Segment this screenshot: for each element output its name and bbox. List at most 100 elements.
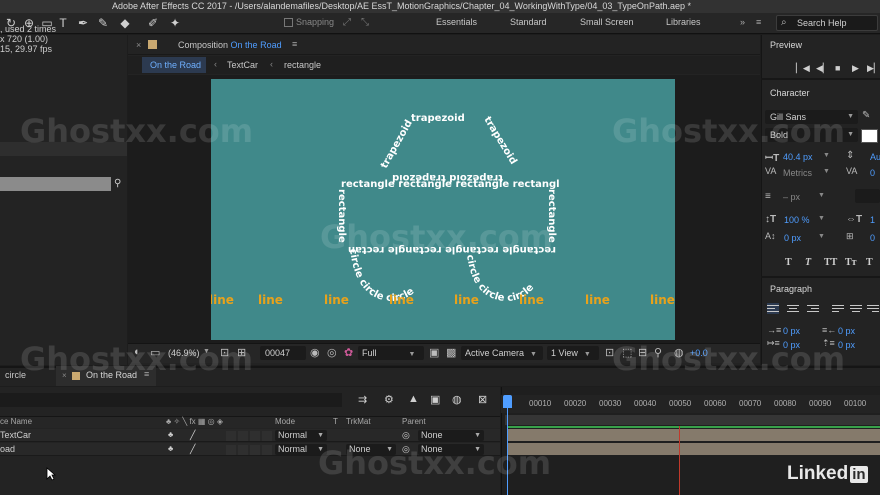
chevron-down-icon[interactable]: ▼ bbox=[823, 152, 830, 159]
font-size-value[interactable]: 40.4 px bbox=[783, 152, 813, 162]
justify-right-button[interactable] bbox=[867, 303, 879, 314]
flowchart-icon[interactable]: ⚲ bbox=[114, 178, 121, 189]
parent-pickwhip-icon[interactable]: ◎ bbox=[402, 430, 410, 441]
horizontal-scale-value[interactable]: 1 bbox=[870, 215, 875, 225]
faux-italic-button[interactable]: T bbox=[805, 257, 811, 268]
tsume-percent-value[interactable]: 0 bbox=[870, 233, 875, 243]
close-icon[interactable]: × bbox=[136, 40, 141, 50]
justify-left-button[interactable] bbox=[832, 303, 844, 314]
snapshot-icon[interactable]: ◉ bbox=[310, 346, 320, 359]
composition-lock-icon[interactable] bbox=[148, 40, 157, 49]
shy-switch-icon[interactable]: ♣ bbox=[168, 430, 173, 439]
tsume-value[interactable]: 0 bbox=[870, 168, 875, 178]
workspace-overflow-icon[interactable]: » bbox=[740, 17, 745, 27]
layer-switch[interactable] bbox=[226, 445, 236, 455]
layer-parent-select[interactable]: None ▼ bbox=[418, 430, 484, 441]
draft-3d-icon[interactable]: ⚙ bbox=[384, 393, 394, 406]
breadcrumb-textcar[interactable]: TextCar bbox=[227, 60, 258, 70]
breadcrumb-rectangle[interactable]: rectangle bbox=[284, 60, 321, 70]
work-area-bar[interactable] bbox=[505, 415, 880, 425]
justify-center-button[interactable] bbox=[850, 303, 862, 314]
tracking-value[interactable]: Au bbox=[870, 152, 880, 162]
vertical-scale-value[interactable]: 100 % bbox=[784, 215, 810, 225]
composition-canvas[interactable]: trapezoid trapezoid trapezoid trapezoid … bbox=[211, 79, 675, 340]
timeline-search-input[interactable] bbox=[0, 393, 342, 407]
layer-name[interactable]: TextCar bbox=[0, 430, 31, 440]
column-trkmat[interactable]: TrkMat bbox=[346, 417, 371, 426]
column-source-name[interactable]: ce Name bbox=[0, 417, 32, 426]
baseline-shift-value[interactable]: 0 px bbox=[784, 233, 801, 243]
chevron-down-icon[interactable]: ▼ bbox=[818, 192, 825, 199]
fast-preview-icon[interactable]: ▣ bbox=[429, 346, 439, 359]
comp-mini-flowchart-icon[interactable]: ⇉ bbox=[358, 393, 367, 406]
snapping-checkbox[interactable] bbox=[284, 18, 293, 27]
layer-mode-select[interactable]: Normal ▼ bbox=[275, 430, 327, 441]
graph-editor-icon[interactable]: ⊠ bbox=[478, 393, 487, 406]
chevron-down-icon[interactable]: ▼ bbox=[818, 215, 825, 222]
panel-menu-icon[interactable]: ≡ bbox=[292, 39, 297, 49]
composition-tab[interactable]: Composition On the Road bbox=[178, 40, 282, 50]
layer-switch[interactable] bbox=[262, 431, 272, 441]
chevron-down-icon: ▼ bbox=[583, 351, 591, 358]
ruler-tick-label: 00090 bbox=[809, 399, 832, 408]
shy-switch-icon[interactable]: ♣ bbox=[168, 444, 173, 453]
column-mode[interactable]: Mode bbox=[275, 417, 295, 426]
snap-options-icon[interactable]: ⤢ bbox=[340, 16, 354, 30]
first-frame-icon[interactable]: ▏◀ bbox=[796, 63, 810, 74]
layer-switch[interactable] bbox=[226, 431, 236, 441]
workspace-menu-icon[interactable]: ≡ bbox=[756, 17, 761, 27]
font-size-icon: ꟷT bbox=[765, 153, 780, 164]
eyedropper-icon[interactable]: ✎ bbox=[862, 110, 870, 121]
layer-switch[interactable] bbox=[262, 445, 272, 455]
chevron-down-icon[interactable]: ▼ bbox=[823, 168, 830, 175]
search-help-input[interactable]: ⌕ Search Help bbox=[776, 15, 878, 31]
paragraph-panel-title: Paragraph bbox=[770, 284, 813, 294]
layer-switch[interactable] bbox=[250, 445, 260, 455]
motion-blur-icon[interactable]: ◍ bbox=[452, 393, 462, 406]
align-center-button[interactable] bbox=[787, 303, 799, 314]
kerning-value[interactable]: Metrics bbox=[783, 168, 812, 178]
previous-frame-icon[interactable]: ◀▏ bbox=[816, 63, 830, 74]
layer-switch[interactable] bbox=[238, 431, 248, 441]
layer-switch[interactable] bbox=[238, 445, 248, 455]
small-caps-button[interactable]: Tт bbox=[845, 257, 857, 268]
frame-blending-icon[interactable]: ▣ bbox=[430, 393, 440, 406]
stroke-option-dropdown[interactable] bbox=[855, 189, 880, 203]
breadcrumb-on-the-road[interactable]: On the Road bbox=[142, 57, 206, 73]
workspace-essentials[interactable]: Essentials bbox=[436, 17, 477, 27]
layer-duration-bar[interactable] bbox=[508, 443, 880, 455]
faux-bold-button[interactable]: T bbox=[785, 257, 792, 268]
snap-guide-icon[interactable]: ⤡ bbox=[358, 16, 372, 30]
show-snapshot-icon[interactable]: ◎ bbox=[327, 346, 337, 359]
superscript-button[interactable]: T bbox=[866, 257, 873, 268]
project-selected-item[interactable] bbox=[0, 177, 111, 191]
stroke-width-value[interactable]: – px bbox=[783, 192, 800, 202]
transparency-grid-icon[interactable]: ▩ bbox=[446, 346, 456, 359]
fill-color-swatch[interactable] bbox=[861, 129, 878, 143]
layer-duration-bar[interactable] bbox=[508, 429, 880, 441]
roto-brush-tool-icon[interactable]: ✐ bbox=[146, 16, 160, 30]
quality-switch-icon[interactable]: ╱ bbox=[190, 444, 195, 455]
workspace-small-screen[interactable]: Small Screen bbox=[580, 17, 634, 27]
next-frame-icon[interactable]: ▶▏ bbox=[867, 63, 880, 74]
column-preserve-transparency[interactable]: T bbox=[333, 417, 338, 426]
chevron-down-icon[interactable]: ▼ bbox=[818, 233, 825, 240]
color-channel-icon[interactable]: ✿ bbox=[344, 346, 353, 359]
play-icon[interactable]: ▶ bbox=[852, 63, 859, 74]
align-left-button[interactable] bbox=[767, 303, 779, 314]
workspace-libraries[interactable]: Libraries bbox=[666, 17, 701, 27]
column-parent[interactable]: Parent bbox=[402, 417, 426, 426]
align-right-button[interactable] bbox=[807, 303, 819, 314]
indent-right-value[interactable]: 0 px bbox=[838, 326, 855, 336]
quality-switch-icon[interactable]: ╱ bbox=[190, 430, 195, 441]
puppet-pin-tool-icon[interactable]: ✦ bbox=[168, 16, 182, 30]
layer-switch[interactable] bbox=[250, 431, 260, 441]
shy-layers-icon[interactable]: ▲ bbox=[408, 393, 419, 405]
indent-left-value[interactable]: 0 px bbox=[783, 326, 800, 336]
layer-name[interactable]: oad bbox=[0, 444, 15, 454]
current-time-indicator-handle[interactable] bbox=[503, 395, 512, 408]
line-text: line bbox=[389, 293, 414, 307]
workspace-standard[interactable]: Standard bbox=[510, 17, 547, 27]
stop-icon[interactable]: ■ bbox=[835, 63, 840, 73]
all-caps-button[interactable]: TT bbox=[824, 257, 837, 268]
